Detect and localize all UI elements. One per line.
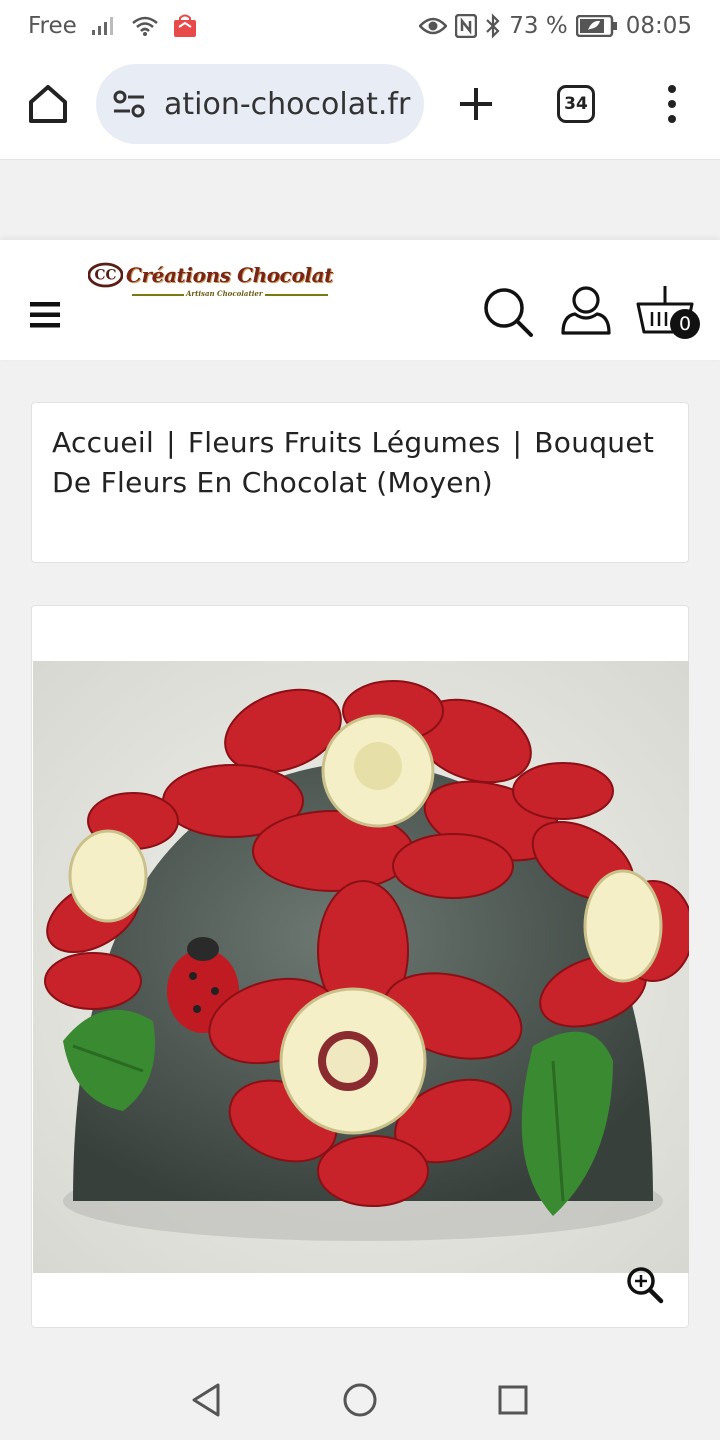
wifi-icon [132,16,158,36]
address-bar[interactable]: ation-chocolat.fr [96,64,424,144]
home-icon[interactable] [26,82,70,126]
clock: 08:05 [625,13,692,39]
product-image-card [31,605,689,1328]
carrier-label: Free [28,13,77,39]
breadcrumb-separator: | [512,426,523,459]
battery-percent: 73 % [509,13,568,39]
breadcrumb-home-link[interactable]: Accueil [52,426,154,459]
breadcrumb-separator: | [166,426,176,459]
system-nav-bar [0,1356,720,1440]
zoom-in-icon[interactable] [626,1266,664,1304]
svg-text:CC: CC [95,268,117,284]
plus-icon[interactable] [456,84,496,124]
cart-count-badge[interactable]: 0 [670,309,700,339]
page-spacer [0,161,720,240]
home-circle-icon[interactable] [342,1382,378,1418]
site-settings-icon[interactable] [112,89,146,119]
logo-mark-icon: CC [88,262,123,288]
breadcrumb-category-link[interactable]: Fleurs Fruits Légumes [188,426,501,459]
signal-icon [91,17,113,35]
shopping-bag-icon [173,14,196,37]
browser-toolbar: ation-chocolat.fr 34 [0,52,720,160]
back-icon[interactable] [190,1382,222,1418]
url-text[interactable]: ation-chocolat.fr [164,87,410,122]
recents-icon[interactable] [497,1384,529,1416]
site-header: CC Créations Chocolat Artisan Chocolatie… [0,240,720,360]
tab-switcher-button[interactable]: 34 [557,85,595,123]
hamburger-menu-icon[interactable] [30,302,60,328]
search-icon[interactable] [482,286,534,338]
battery-saver-icon [575,15,617,37]
eye-icon [419,17,448,35]
logo-text: Créations Chocolat [126,263,333,287]
nfc-icon [455,14,478,38]
status-bar: Free 73 % 08:05 [0,0,720,52]
more-vert-icon[interactable] [664,84,680,124]
product-image[interactable] [33,661,689,1273]
breadcrumb: Accueil | Fleurs Fruits Légumes | Bouquet De… [31,402,689,563]
user-icon[interactable] [560,284,612,336]
bluetooth-icon [486,13,500,39]
site-logo[interactable]: CC Créations Chocolat Artisan Chocolatie… [88,262,333,302]
tab-count: 34 [564,94,588,114]
logo-subtitle: Artisan Chocolatier [184,289,265,298]
